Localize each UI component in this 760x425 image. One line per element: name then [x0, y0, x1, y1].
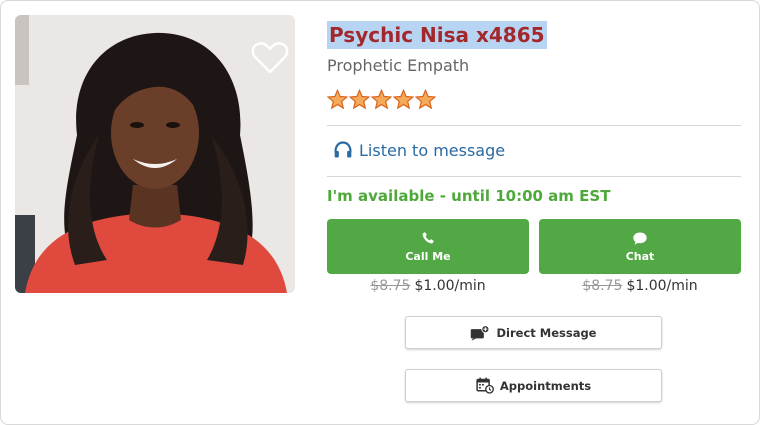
appointments-label: Appointments [499, 378, 592, 393]
call-price: $8.75 $1.00/min [327, 278, 529, 294]
star-icon [415, 89, 436, 110]
advisor-photo[interactable] [15, 15, 295, 293]
headphones-icon [334, 141, 352, 158]
chat-label: Chat [625, 249, 655, 263]
direct-message-button[interactable]: Direct Message [405, 316, 662, 349]
chat-price: $8.75 $1.00/min [539, 278, 741, 294]
advisor-card: Psychic Nisa x4865 Prophetic Empath List… [0, 0, 760, 425]
heart-icon [251, 42, 289, 74]
advisor-specialty: Prophetic Empath [327, 56, 470, 75]
favorite-button[interactable] [251, 41, 289, 75]
chat-old-price: $8.75 [582, 278, 623, 294]
star-icon [393, 89, 414, 110]
advisor-name: Psychic Nisa x4865 [327, 21, 547, 49]
call-old-price: $8.75 [370, 278, 411, 294]
star-icon [327, 89, 348, 110]
call-me-label: Call Me [405, 250, 451, 263]
star-icon [371, 89, 392, 110]
appointments-button[interactable]: Appointments [405, 369, 662, 402]
direct-message-label: Direct Message [496, 325, 597, 340]
divider [327, 125, 741, 126]
message-icon [471, 324, 490, 341]
chat-current-price: $1.00/min [626, 278, 698, 294]
listen-to-message-link[interactable]: Listen to message [333, 140, 505, 160]
listen-label: Listen to message [359, 140, 506, 160]
chat-bubble-icon [633, 232, 647, 245]
chat-button[interactable]: Chat [539, 219, 741, 274]
call-current-price: $1.00/min [414, 278, 486, 294]
star-icon [349, 89, 370, 110]
phone-icon [422, 232, 434, 244]
call-me-button[interactable]: Call Me [327, 219, 529, 274]
divider [327, 176, 741, 177]
rating-stars [327, 89, 436, 110]
calendar-clock-icon [476, 377, 494, 394]
availability-status: I'm available - until 10:00 am EST [327, 187, 611, 205]
